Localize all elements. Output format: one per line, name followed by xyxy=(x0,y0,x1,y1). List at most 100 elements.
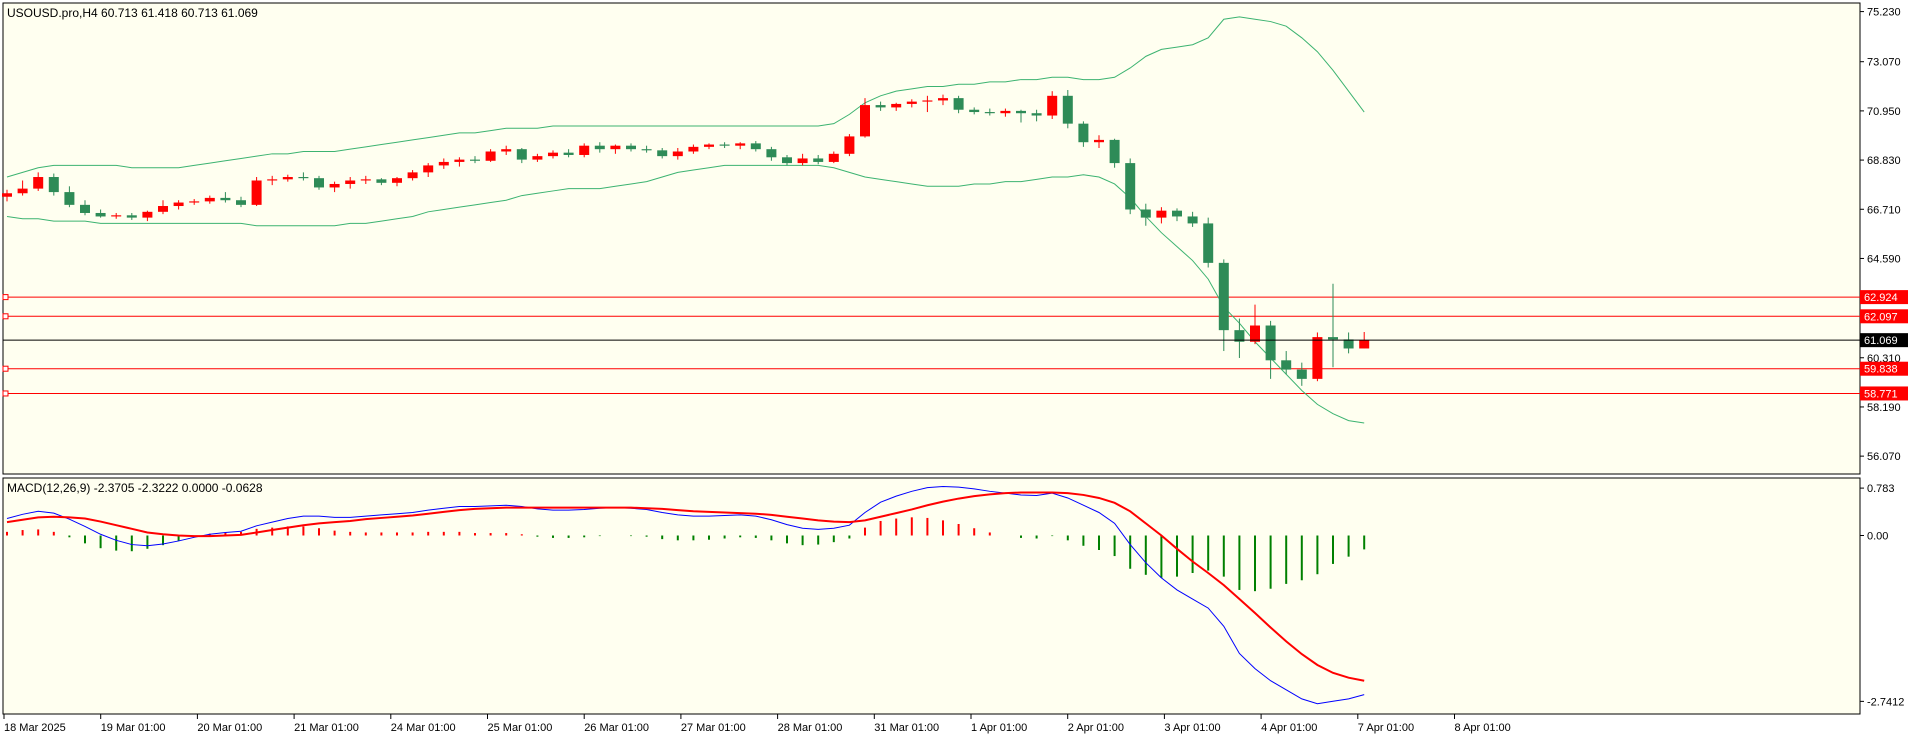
macd-axis[interactable]: 0.783 0.00 -2.7412 xyxy=(1860,483,1904,708)
candle-body xyxy=(282,177,293,180)
candle-body xyxy=(204,197,215,202)
candle-body xyxy=(298,177,309,179)
candle-body xyxy=(969,109,980,113)
candle-body xyxy=(719,144,730,146)
price-tick-label: 68.830 xyxy=(1867,155,1901,167)
candle-body xyxy=(345,180,356,184)
time-tick-label: 4 Apr 01:00 xyxy=(1261,722,1317,734)
candle-body xyxy=(860,105,870,137)
time-tick-label: 3 Apr 01:00 xyxy=(1164,722,1220,734)
time-tick-label: 25 Mar 01:00 xyxy=(488,722,553,734)
candle-body xyxy=(735,143,746,146)
level-handle xyxy=(2,365,9,372)
candle-body xyxy=(1359,340,1370,349)
macd-panel[interactable] xyxy=(2,477,1861,715)
candle-body xyxy=(423,165,434,173)
candle-body xyxy=(329,183,340,188)
candle-body xyxy=(1140,209,1151,218)
time-tick-label: 19 Mar 01:00 xyxy=(101,722,166,734)
candle-body xyxy=(1125,163,1136,210)
candle-body xyxy=(548,152,558,157)
candle-body xyxy=(33,177,44,189)
candle-body xyxy=(376,179,387,183)
candle-body xyxy=(1078,123,1089,143)
time-tick-label: 27 Mar 01:00 xyxy=(681,722,746,734)
price-tick-label: 75.230 xyxy=(1867,7,1901,19)
price-tick-label: 73.070 xyxy=(1867,57,1901,69)
level-labels: 62.924 62.097 59.838 58.771 61.069 xyxy=(1860,290,1908,401)
candle-body xyxy=(158,206,168,212)
level-handle xyxy=(2,390,9,397)
time-tick-label: 28 Mar 01:00 xyxy=(778,722,843,734)
candle-body xyxy=(828,153,839,162)
macd-tick-label: -2.7412 xyxy=(1867,696,1904,708)
trading-chart[interactable]: USOUSD.pro,H4 60.713 61.418 60.713 61.06… xyxy=(0,0,1916,738)
candle-body xyxy=(485,151,496,161)
candle-body xyxy=(1328,337,1338,340)
price-tick-label: 70.950 xyxy=(1867,106,1901,118)
level-label: 59.838 xyxy=(1864,364,1898,376)
candle-body xyxy=(610,145,621,150)
candle-body xyxy=(111,215,122,217)
candle-body xyxy=(984,112,995,114)
candle-body xyxy=(438,161,449,166)
time-tick-label: 2 Apr 01:00 xyxy=(1068,722,1124,734)
candle-body xyxy=(516,149,527,160)
candle-body xyxy=(392,178,402,183)
candle-body xyxy=(1047,95,1058,116)
time-tick-label: 20 Mar 01:00 xyxy=(197,722,262,734)
time-tick-label: 31 Mar 01:00 xyxy=(874,722,939,734)
macd-tick-label: 0.00 xyxy=(1867,530,1888,542)
candle-body xyxy=(626,145,636,150)
candle-body xyxy=(142,211,153,218)
time-tick-label: 1 Apr 01:00 xyxy=(971,722,1027,734)
candle-body xyxy=(1156,210,1167,218)
candle-body xyxy=(80,204,90,213)
time-tick-label: 21 Mar 01:00 xyxy=(294,722,359,734)
candle-body xyxy=(1016,110,1026,114)
candle-body xyxy=(1109,139,1120,164)
candle-body xyxy=(953,98,964,110)
candle-body xyxy=(126,215,137,218)
candle-body xyxy=(532,156,543,160)
level-handle xyxy=(2,313,9,320)
candle-body xyxy=(1265,325,1276,361)
candle-body xyxy=(1031,113,1042,116)
level-label: 62.924 xyxy=(1864,292,1898,304)
candle-body xyxy=(314,178,324,188)
candle-body xyxy=(875,105,886,108)
candle-body xyxy=(579,145,590,155)
candle-body xyxy=(1250,325,1260,342)
candle-body xyxy=(1343,339,1354,349)
candle-body xyxy=(454,159,465,162)
candle-body xyxy=(782,157,792,164)
candle-body xyxy=(267,179,278,181)
candle-body xyxy=(938,98,948,101)
candle-body xyxy=(688,146,699,152)
price-tick-label: 66.710 xyxy=(1867,204,1901,216)
candle-body xyxy=(766,149,777,158)
candle-body xyxy=(1094,139,1104,143)
candle-body xyxy=(173,202,184,207)
time-tick-label: 18 Mar 2025 xyxy=(4,722,66,734)
level-handle xyxy=(2,294,9,301)
price-tick-label: 58.190 xyxy=(1867,402,1901,414)
price-tick-label: 56.070 xyxy=(1867,451,1901,463)
price-panel[interactable] xyxy=(2,2,1861,475)
candle-body xyxy=(407,172,418,179)
macd-header: MACD(12,26,9) -2.3705 -2.3222 0.0000 -0.… xyxy=(7,481,263,495)
chart-canvas[interactable]: USOUSD.pro,H4 60.713 61.418 60.713 61.06… xyxy=(0,0,1916,738)
candle-body xyxy=(672,151,683,157)
candle-body xyxy=(189,201,200,203)
candle-body xyxy=(1062,95,1073,124)
candle-body xyxy=(844,136,855,154)
candle-body xyxy=(2,193,12,197)
candle-body xyxy=(95,212,106,217)
candle-body xyxy=(1218,262,1229,331)
time-tick-label: 24 Mar 01:00 xyxy=(391,722,456,734)
candle-body xyxy=(17,188,28,194)
time-axis[interactable]: 18 Mar 2025 19 Mar 01:00 20 Mar 01:00 21 Ma… xyxy=(3,714,1511,734)
candle-body xyxy=(1203,223,1214,263)
time-tick-label: 8 Apr 01:00 xyxy=(1455,722,1511,734)
candle-body xyxy=(251,180,262,205)
